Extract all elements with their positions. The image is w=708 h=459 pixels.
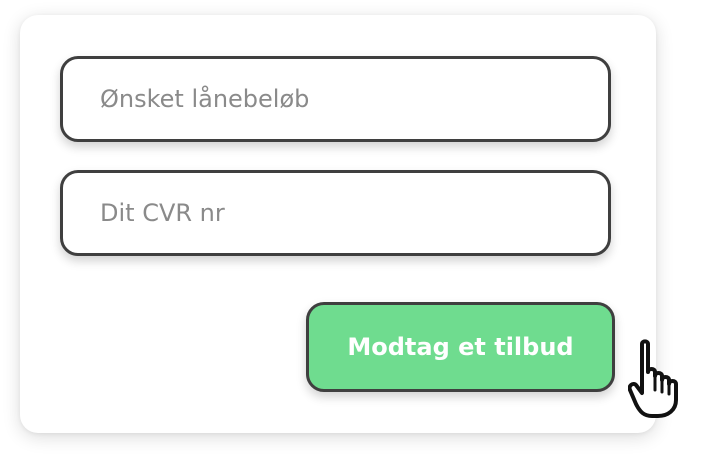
get-offer-button[interactable]: Modtag et tilbud [306,302,615,392]
cvr-number-field[interactable] [60,170,611,256]
hand-pointer-icon [628,339,678,418]
loan-amount-input[interactable] [100,85,608,113]
stage: Modtag et tilbud [0,0,708,459]
cvr-number-input[interactable] [100,199,608,227]
loan-amount-field[interactable] [60,56,611,142]
